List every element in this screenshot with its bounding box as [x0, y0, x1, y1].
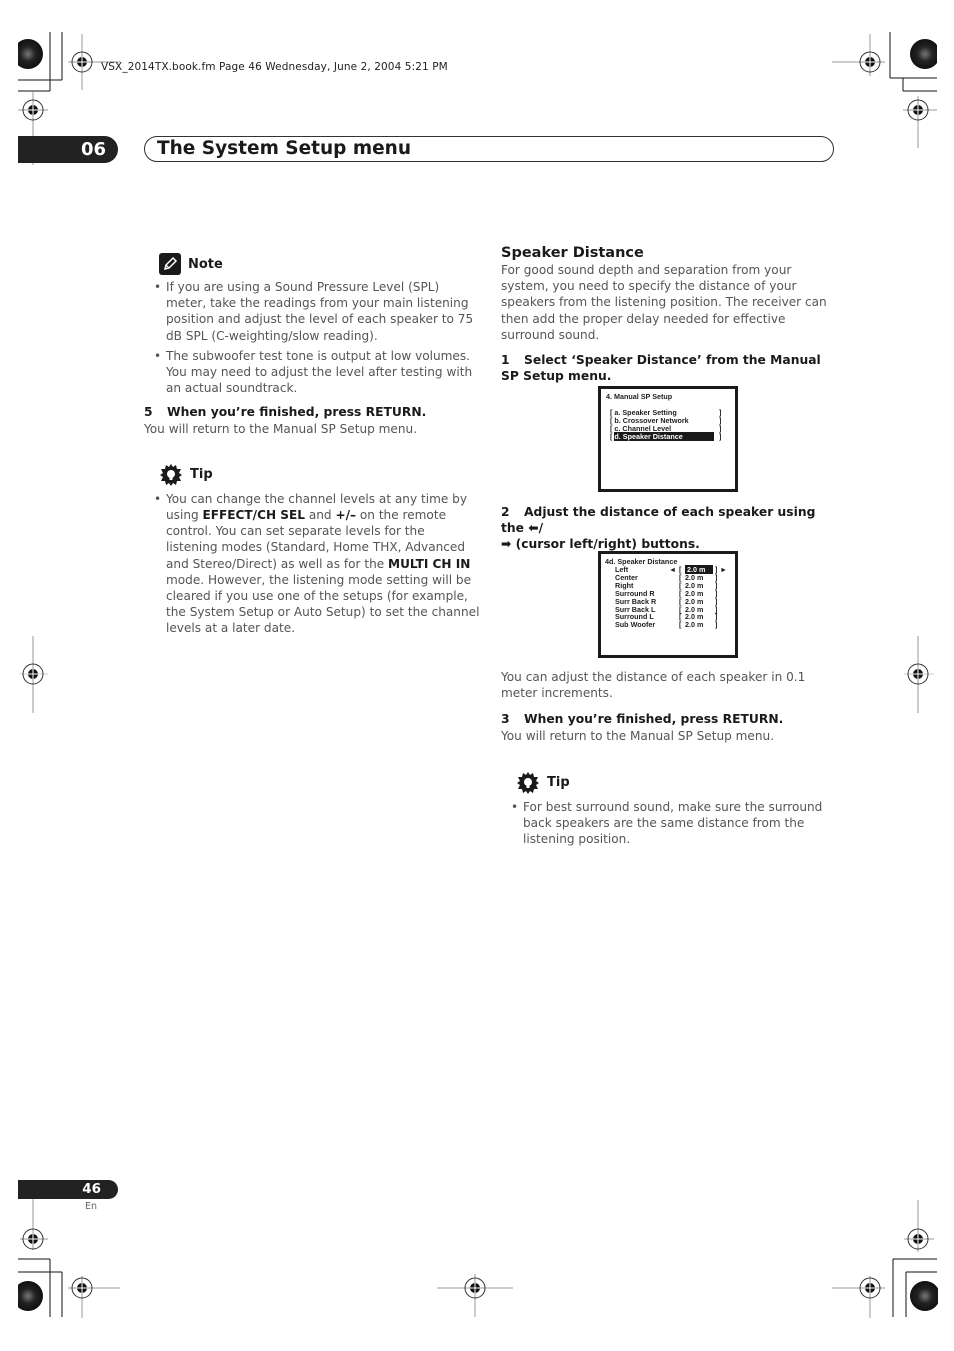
step-1: 1 Select ‘Speaker Distance’ from the Manu… [501, 352, 837, 384]
registration-target-icon [0, 1270, 43, 1320]
left-arrow-icon: ⬅ [528, 521, 539, 536]
step-number: 1 [501, 353, 510, 368]
registration-target-icon [0, 30, 43, 80]
step-5-body: You will return to the Manual SP Setup m… [144, 421, 418, 436]
step-text: Select ‘Speaker Distance’ from the Manua… [501, 353, 821, 384]
step-text: When you’re finished, press RETURN. [167, 405, 427, 420]
tip-heading: Tip [516, 771, 837, 795]
bracket: [ [679, 620, 682, 630]
step-text: Adjust the distance of each speaker usin… [501, 505, 816, 536]
bracket: ] [719, 432, 722, 441]
page-number: 46 [18, 1180, 118, 1199]
lightbulb-icon [159, 463, 183, 487]
registration-target-icon [910, 1270, 954, 1320]
plus-minus-key: +/– [335, 508, 357, 523]
pencil-icon [159, 253, 181, 275]
chapter-title: The System Setup menu [144, 136, 834, 162]
step-text: (cursor left/right) buttons. [511, 537, 700, 552]
lightbulb-icon [516, 771, 540, 795]
tip-item: For best surround sound, make sure the s… [501, 799, 837, 848]
step-number: 5 [144, 405, 153, 420]
note-list: If you are using a Sound Pressure Level … [144, 279, 480, 396]
screen-title: 4. Manual SP Setup [606, 392, 673, 401]
chapter-number-badge: 06 [18, 136, 118, 163]
left-cursor-icon: ◄ [669, 565, 677, 574]
note-title: Note [188, 256, 223, 272]
registration-target-icon [910, 30, 954, 80]
file-info-header: VSX_2014TX.book.fm Page 46 Wednesday, Ju… [101, 61, 448, 73]
tip-text: mode. However, the listening mode settin… [166, 572, 480, 636]
right-arrow-icon: ➡ [501, 537, 512, 552]
speaker-distance-screen: 4d. Speaker Distance Left[2.0 m] ◄ ► Center… [598, 551, 738, 658]
note-heading: Note [159, 253, 480, 275]
note-item: If you are using a Sound Pressure Level … [144, 279, 480, 344]
page-language: En [85, 1201, 98, 1212]
tip-title: Tip [547, 775, 570, 791]
note-item: The subwoofer test tone is output at low… [144, 348, 480, 397]
slash: / [538, 521, 544, 536]
tip-title: Tip [190, 467, 213, 483]
menu-item-selected: [ d. Speaker Distance [610, 432, 715, 441]
section-heading: Speaker Distance [501, 245, 644, 261]
tip-heading: Tip [159, 463, 480, 487]
step-number: 3 [501, 712, 510, 727]
right-column-lower: You can adjust the distance of each spea… [501, 669, 837, 851]
step-3: 3 When you’re finished, press RETURN. [501, 711, 837, 727]
step-3-body: You will return to the Manual SP Setup m… [501, 728, 775, 743]
effect-ch-sel-key: EFFECT/CH SEL [202, 508, 305, 523]
tip-list: You can change the channel levels at any… [144, 491, 480, 637]
bracket: ] [715, 620, 718, 630]
manual-sp-setup-screen: 4. Manual SP Setup [ a. Speaker Setting … [598, 386, 738, 492]
speaker-label: Sub Woofer [615, 620, 656, 630]
step-2: 2 Adjust the distance of each speaker usi… [501, 504, 841, 553]
tip-list: For best surround sound, make sure the s… [501, 799, 837, 848]
tip-text: and [305, 508, 336, 523]
right-column: Speaker Distance For good sound depth an… [501, 245, 837, 384]
intro-paragraph: For good sound depth and separation from… [501, 263, 827, 342]
left-column: Note If you are using a Sound Pressure L… [144, 253, 480, 641]
tip-item: You can change the channel levels at any… [144, 491, 480, 637]
right-cursor-icon: ► [720, 565, 728, 574]
increments-note: You can adjust the distance of each spea… [501, 670, 806, 701]
multi-ch-in-key: MULTI CH IN [388, 556, 471, 571]
step-text: When you’re finished, press RETURN. [524, 712, 784, 727]
distance-value: 2.0 m [685, 620, 704, 630]
step-number: 2 [501, 505, 510, 519]
step-5: 5 When you’re finished, press RETURN. [144, 404, 480, 420]
